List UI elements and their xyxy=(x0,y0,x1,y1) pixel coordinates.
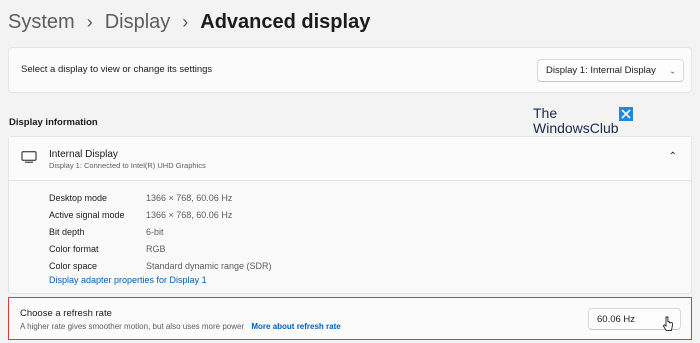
select-display-card: Select a display to view or change its s… xyxy=(8,47,692,93)
breadcrumb-display[interactable]: Display xyxy=(105,11,171,34)
logo-line-2: WindowsClub xyxy=(533,120,619,136)
display-connection: Display 1: Connected to Intel(R) UHD Gra… xyxy=(49,161,206,170)
list-item: Active signal mode 1366 × 768, 60.06 Hz xyxy=(49,206,272,223)
display-name: Internal Display xyxy=(49,149,118,160)
refresh-rate-description: A higher rate gives smoother motion, but… xyxy=(20,322,341,331)
mouse-cursor-icon xyxy=(662,316,673,332)
breadcrumb-separator-icon: › xyxy=(182,11,189,32)
display-select-dropdown[interactable]: Display 1: Internal Display ⌄ xyxy=(537,59,684,82)
info-key: Desktop mode xyxy=(49,192,108,203)
info-value: 6-bit xyxy=(146,226,164,237)
advanced-display-page: System › Display › Advanced display Sele… xyxy=(0,0,700,343)
info-value: Standard dynamic range (SDR) xyxy=(146,260,272,271)
windows-logo-icon xyxy=(619,107,633,121)
monitor-icon xyxy=(21,151,37,163)
display-select-value: Display 1: Internal Display xyxy=(546,65,656,76)
display-info-card: Internal Display Display 1: Connected to… xyxy=(8,136,692,294)
refresh-rate-description-text: A higher rate gives smoother motion, but… xyxy=(20,322,245,331)
info-value: 1366 × 768, 60.06 Hz xyxy=(146,192,233,203)
display-information-heading: Display information xyxy=(9,117,98,128)
refresh-rate-title: Choose a refresh rate xyxy=(20,308,112,319)
display-info-list: Desktop mode 1366 × 768, 60.06 Hz Active… xyxy=(49,189,272,274)
breadcrumb: System › Display › Advanced display xyxy=(8,6,370,38)
info-key: Bit depth xyxy=(49,226,85,237)
breadcrumb-system[interactable]: System xyxy=(8,11,75,34)
info-key: Color format xyxy=(49,243,99,254)
list-item: Color format RGB xyxy=(49,240,272,257)
thewindowsclub-logo: The WindowsClub xyxy=(533,106,643,140)
chevron-down-icon: ⌄ xyxy=(669,66,676,75)
display-adapter-properties-link[interactable]: Display adapter properties for Display 1 xyxy=(49,275,207,285)
logo-line-1: The xyxy=(533,105,558,121)
info-value: RGB xyxy=(146,243,166,254)
display-info-header[interactable]: Internal Display Display 1: Connected to… xyxy=(9,137,691,181)
info-key: Color space xyxy=(49,260,98,271)
breadcrumb-separator-icon: › xyxy=(86,11,93,32)
refresh-rate-value: 60.06 Hz xyxy=(597,313,636,325)
select-display-label: Select a display to view or change its s… xyxy=(21,64,213,75)
list-item: Desktop mode 1366 × 768, 60.06 Hz xyxy=(49,189,272,206)
info-value: 1366 × 768, 60.06 Hz xyxy=(146,209,233,220)
page-title: Advanced display xyxy=(200,10,371,33)
list-item: Bit depth 6-bit xyxy=(49,223,272,240)
info-key: Active signal mode xyxy=(49,209,125,220)
refresh-rate-card: Choose a refresh rate A higher rate give… xyxy=(8,297,692,340)
more-about-refresh-rate-link[interactable]: More about refresh rate xyxy=(251,322,340,331)
list-item: Color space Standard dynamic range (SDR) xyxy=(49,257,272,274)
chevron-up-icon[interactable]: ⌃ xyxy=(669,151,677,162)
